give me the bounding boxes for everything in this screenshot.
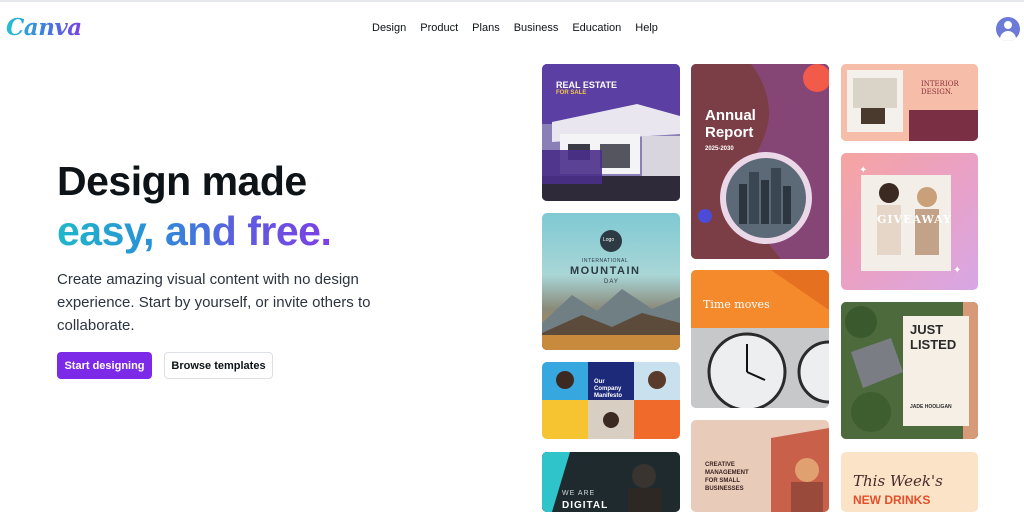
just-listed-line1: JUST xyxy=(910,322,944,337)
annual-report-years: 2025-2030 xyxy=(705,146,734,152)
nav-item-education[interactable]: Education xyxy=(572,22,621,34)
digital-line1: WE ARE xyxy=(562,490,596,497)
just-listed-line2: LISTED xyxy=(910,337,957,352)
interior-line2: DESIGN. xyxy=(921,88,953,96)
creative-line3: FOR SMALL xyxy=(705,478,740,484)
annual-report-line2: Report xyxy=(705,124,754,141)
top-border xyxy=(0,0,1024,2)
giveaway-headline: GIVEAWAY xyxy=(877,213,952,226)
nav-item-design[interactable]: Design xyxy=(372,22,406,34)
manifesto-line3: Manifesto xyxy=(594,393,623,399)
mountain-line1: INTERNATIONAL xyxy=(582,258,629,264)
template-card-new-drinks[interactable]: This Week's NEW DRINKS xyxy=(841,452,978,512)
digital-line2: DIGITAL xyxy=(562,500,609,511)
mountain-logo-text: Logo xyxy=(603,237,615,243)
nav-item-help[interactable]: Help xyxy=(635,22,658,34)
drinks-line2: NEW DRINKS xyxy=(853,493,931,507)
mountain-line2: MOUNTAIN xyxy=(570,265,641,277)
real-estate-subtitle: FOR SALE xyxy=(556,90,587,96)
avatar-body xyxy=(1000,31,1016,41)
template-card-time-moves[interactable]: Time moves xyxy=(691,270,829,408)
start-designing-button[interactable]: Start designing xyxy=(57,352,152,379)
mountain-line3: DAY xyxy=(604,279,619,285)
annual-report-illustration xyxy=(691,64,829,259)
creative-line1: CREATIVE xyxy=(705,462,735,468)
template-card-annual-report[interactable]: Annual Report 2025-2030 xyxy=(691,64,829,259)
time-moves-headline: Time moves xyxy=(703,298,770,311)
hero-subtitle: Create amazing visual content with no de… xyxy=(57,271,371,334)
manifesto-line1: Our xyxy=(594,379,605,385)
template-card-giveaway[interactable]: ✦ ✦ GIVEAWAY xyxy=(841,153,978,290)
nav-item-business[interactable]: Business xyxy=(514,22,559,34)
browse-templates-button[interactable]: Browse templates xyxy=(164,352,273,379)
interior-illustration xyxy=(841,64,978,141)
creative-line2: MANAGEMENT xyxy=(705,470,749,476)
template-card-mountain-day[interactable]: Logo INTERNATIONAL MOUNTAIN DAY xyxy=(542,213,680,350)
template-card-real-estate[interactable]: REAL ESTATE FOR SALE xyxy=(542,64,680,201)
hero-title-line1: Design made xyxy=(57,158,307,204)
nav-item-plans[interactable]: Plans xyxy=(472,22,500,34)
template-card-manifesto[interactable]: Our Company Manifesto xyxy=(542,362,680,439)
just-listed-agent: JADE HOOLIGAN xyxy=(910,404,952,410)
creative-line4: BUSINESSES xyxy=(705,486,744,492)
canva-logo[interactable]: Canva xyxy=(6,14,82,41)
template-card-interior-design[interactable]: INTERIOR DESIGN. xyxy=(841,64,978,141)
svg-text:✦: ✦ xyxy=(953,265,961,276)
main-nav: Design Product Plans Business Education … xyxy=(372,22,672,34)
template-card-creative-management[interactable]: CREATIVE MANAGEMENT FOR SMALL BUSINESSES xyxy=(691,420,829,512)
real-estate-title: REAL ESTATE xyxy=(556,80,618,90)
interior-line1: INTERIOR xyxy=(921,80,959,88)
nav-item-product[interactable]: Product xyxy=(420,22,458,34)
svg-text:✦: ✦ xyxy=(859,165,867,176)
manifesto-grid-illustration xyxy=(542,362,680,439)
user-avatar-icon[interactable] xyxy=(996,17,1020,41)
avatar-head xyxy=(1004,21,1012,29)
clock-illustration xyxy=(691,270,829,408)
hero-title-line2: easy, and free. xyxy=(57,208,332,254)
annual-report-line1: Annual xyxy=(705,107,756,124)
manifesto-line2: Company xyxy=(594,386,622,392)
template-card-just-listed[interactable]: JUST LISTED JADE HOOLIGAN xyxy=(841,302,978,439)
template-card-digital[interactable]: WE ARE DIGITAL xyxy=(542,452,680,512)
drinks-line1: This Week's xyxy=(853,472,943,490)
hero-title: Design made easy, and free. xyxy=(57,156,332,256)
